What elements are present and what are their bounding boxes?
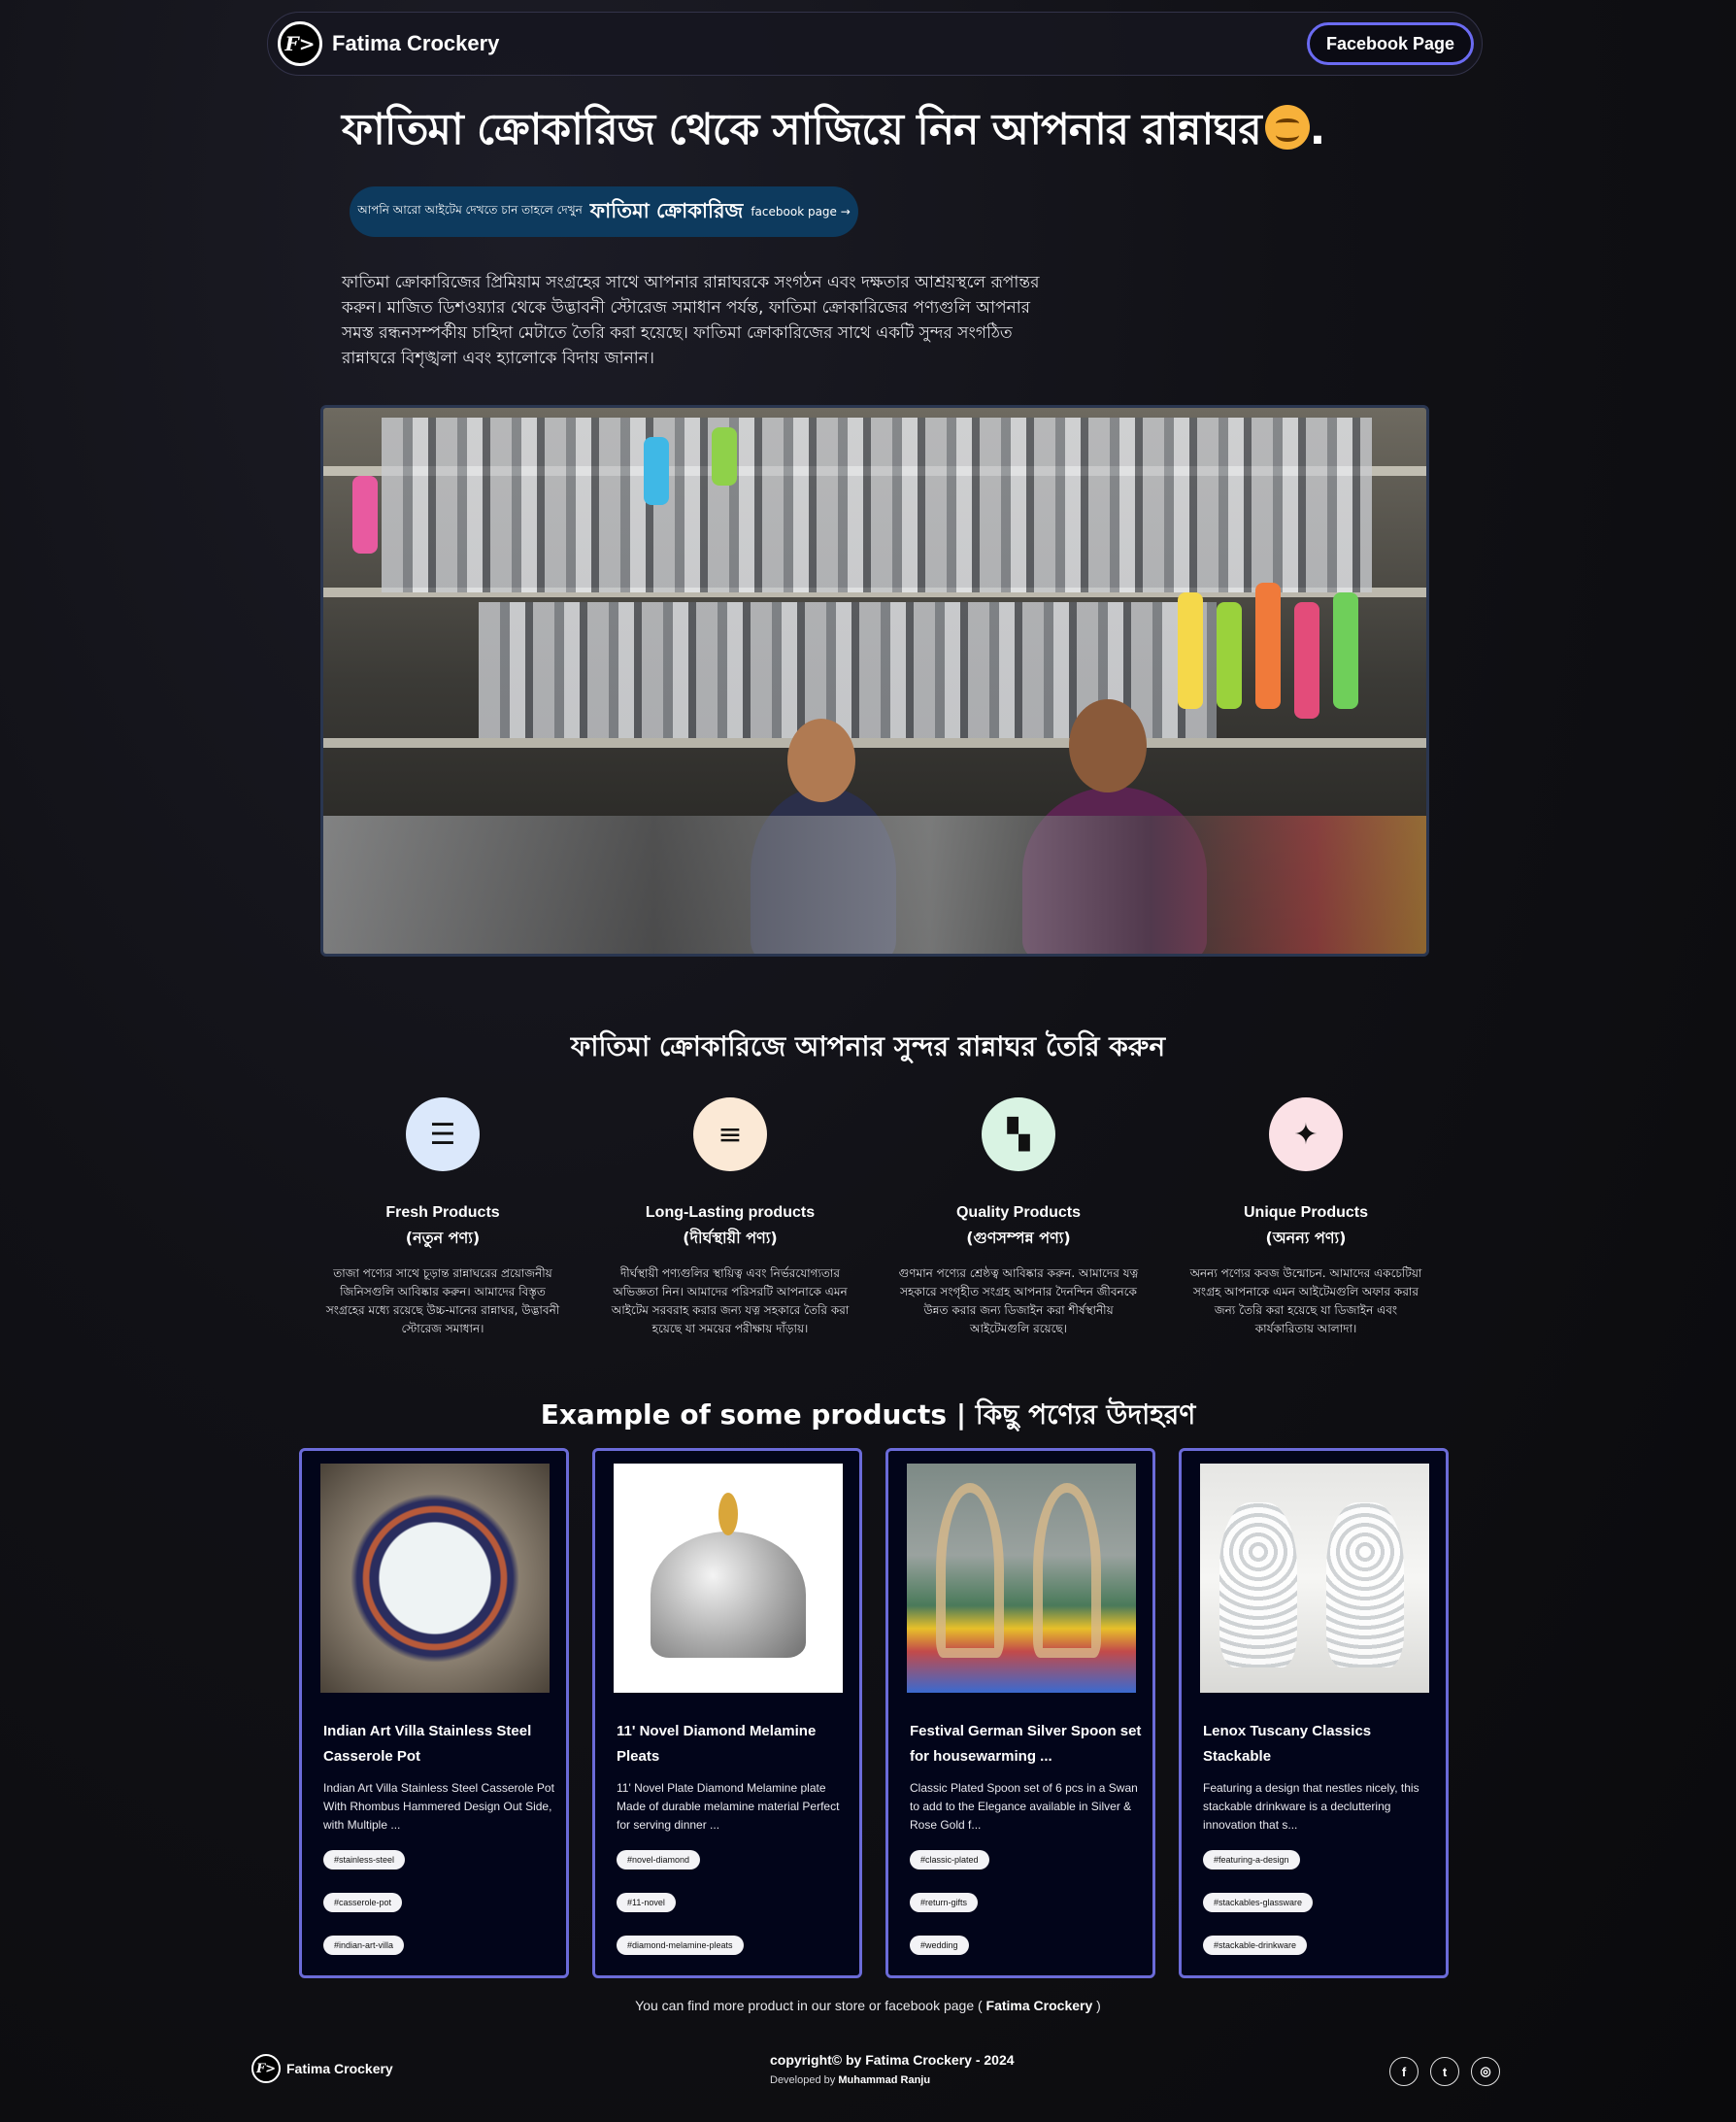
product-title[interactable]: 11' Novel Diamond Melamine Pleats <box>617 1719 850 1769</box>
feature-card: ≡ Long-Lasting products (দীর্ঘস্থায়ী পণ্য… <box>609 1097 851 1338</box>
feature-subtitle: (অনন্য পণ্য) <box>1265 1229 1347 1247</box>
product-image <box>907 1464 1136 1693</box>
pill-small-text: আপনি আরো আইটেম দেখতে চান তাহলে দেখুন <box>357 203 583 217</box>
sparkle-icon: ✦ <box>1269 1097 1343 1171</box>
product-tag[interactable]: #wedding <box>910 1936 969 1955</box>
feature-description: অনন্য পণ্যের কবজ উন্মোচন. আমাদের একচেটিয… <box>1189 1266 1422 1335</box>
feature-subtitle: (দীর্ঘস্থায়ী পণ্য) <box>683 1229 778 1247</box>
product-tag[interactable]: #casserole-pot <box>323 1893 403 1912</box>
product-tag[interactable]: #indian-art-villa <box>323 1936 405 1955</box>
grid-icon: ▚ <box>982 1097 1055 1171</box>
product-tag[interactable]: #stackable-drinkware <box>1203 1936 1308 1955</box>
pill-link-text: facebook page → <box>751 205 851 219</box>
more-text: You can find more product in our store o… <box>635 1998 983 2013</box>
instagram-icon[interactable]: ◎ <box>1471 2057 1500 2086</box>
footer-brand-name: Fatima Crockery <box>286 2061 393 2076</box>
feature-description: দীর্ঘস্থায়ী পণ্যগুলির স্থায়িত্ব এবং নি… <box>611 1266 850 1335</box>
feature-description: গুণমান পণ্যের শ্রেষ্ঠত্ব আবিষ্কার করুন. … <box>898 1266 1139 1335</box>
product-title[interactable]: Festival German Silver Spoon set for hou… <box>910 1719 1143 1769</box>
facebook-page-button[interactable]: Facebook Page <box>1306 22 1474 65</box>
feature-subtitle: (গুণসম্পন্ন পণ্য) <box>966 1229 1071 1247</box>
product-card[interactable]: 11' Novel Diamond Melamine Pleats 11' Nov… <box>592 1448 862 1978</box>
product-card[interactable]: Festival German Silver Spoon set for hou… <box>885 1448 1155 1978</box>
features-title: ফাতিমা ক্রোকারিজে আপনার সুন্দর রান্নাঘর … <box>570 1030 1166 1062</box>
feature-title: Fresh Products <box>385 1204 500 1221</box>
developer-credit: Developed by Muhammad Ranju <box>770 2074 930 2086</box>
product-card[interactable]: Lenox Tuscany Classics Stackable Featurin… <box>1179 1448 1449 1978</box>
sliders-icon: ☰ <box>406 1097 480 1171</box>
product-tag[interactable]: #classic-plated <box>910 1850 989 1869</box>
product-tag[interactable]: #stainless-steel <box>323 1850 406 1869</box>
product-title[interactable]: Lenox Tuscany Classics Stackable <box>1203 1719 1436 1769</box>
copyright-text: copyright© by Fatima Crockery - 2024 <box>770 2052 1015 2068</box>
feature-title: Quality Products <box>955 1204 1082 1221</box>
feature-title: Unique Products <box>1243 1204 1368 1221</box>
developed-label: Developed by <box>770 2074 836 2086</box>
product-image <box>320 1464 550 1693</box>
product-description: 11' Novel Plate Diamond Melamine plate M… <box>617 1781 840 1832</box>
more-end: ) <box>1096 1998 1101 2013</box>
twitter-icon[interactable]: t <box>1430 2057 1459 2086</box>
shop-photo <box>320 405 1429 957</box>
product-image <box>614 1464 843 1693</box>
stack-icon: ≡ <box>693 1097 767 1171</box>
footer-brand[interactable]: F> Fatima Crockery <box>251 2054 393 2083</box>
more-brand[interactable]: Fatima Crockery <box>986 1998 1093 2013</box>
brand[interactable]: F> Fatima Crockery <box>278 21 499 66</box>
brand-name: Fatima Crockery <box>332 31 500 55</box>
feature-description: তাজা পণ্যের সাথে চূড়ান্ত রান্নাঘরের প্র… <box>325 1266 560 1335</box>
product-image <box>1200 1464 1429 1693</box>
feature-card: ☰ Fresh Products (নতুন পণ্য) তাজা পণ্যের সা… <box>321 1097 564 1338</box>
feature-card: ✦ Unique Products (অনন্য পণ্য) অনন্য পণ্যের… <box>1185 1097 1427 1338</box>
brand-logo: F> <box>278 21 322 66</box>
smiley-emoji-icon <box>1264 105 1310 150</box>
facebook-page-pill-link[interactable]: আপনি আরো আইটেম দেখতে চান তাহলে দেখুন ফাত… <box>350 186 858 237</box>
hero-title-suffix: . <box>1309 105 1326 154</box>
facebook-icon[interactable]: f <box>1389 2057 1419 2086</box>
hero-title: ফাতিমা ক্রোকারিজ থেকে সাজিয়ে নিন আপনার … <box>342 97 1410 168</box>
developer-name[interactable]: Muhammad Ranju <box>838 2074 930 2086</box>
product-card[interactable]: Indian Art Villa Stainless Steel Cassero… <box>299 1448 569 1978</box>
product-tag[interactable]: #11-novel <box>617 1893 676 1912</box>
product-tag[interactable]: #stackables-glassware <box>1203 1893 1314 1912</box>
footer-logo: F> <box>251 2054 281 2083</box>
product-description: Featuring a design that nestles nicely, … <box>1203 1781 1419 1832</box>
more-products-note: You can find more product in our store o… <box>0 1998 1736 2013</box>
product-title[interactable]: Indian Art Villa Stainless Steel Cassero… <box>323 1719 556 1769</box>
feature-subtitle: (নতুন পণ্য) <box>405 1229 481 1247</box>
product-tag[interactable]: #return-gifts <box>910 1893 979 1912</box>
product-tag[interactable]: #novel-diamond <box>617 1850 701 1869</box>
feature-title: Long-Lasting products <box>645 1204 816 1221</box>
product-description: Classic Plated Spoon set of 6 pcs in a S… <box>910 1781 1138 1832</box>
navbar: F> Fatima Crockery Facebook Page <box>267 12 1483 76</box>
product-tag[interactable]: #featuring-a-design <box>1203 1850 1300 1869</box>
pill-brand-text: ফাতিমা ক্রোকারিজ <box>589 198 744 222</box>
products-title: Example of some products | কিছু পণ্যের উ… <box>540 1398 1196 1431</box>
hero-description: ফাতিমা ক্রোকারিজের প্রিমিয়াম সংগ্রহের স… <box>342 273 1040 368</box>
hero-title-text: ফাতিমা ক্রোকারিজ থেকে সাজিয়ে নিন আপনার … <box>342 105 1262 154</box>
product-tag[interactable]: #diamond-melamine-pleats <box>617 1936 744 1955</box>
feature-card: ▚ Quality Products (গুণসম্পন্ন পণ্য) গুণমান… <box>897 1097 1140 1338</box>
product-description: Indian Art Villa Stainless Steel Cassero… <box>323 1781 554 1832</box>
